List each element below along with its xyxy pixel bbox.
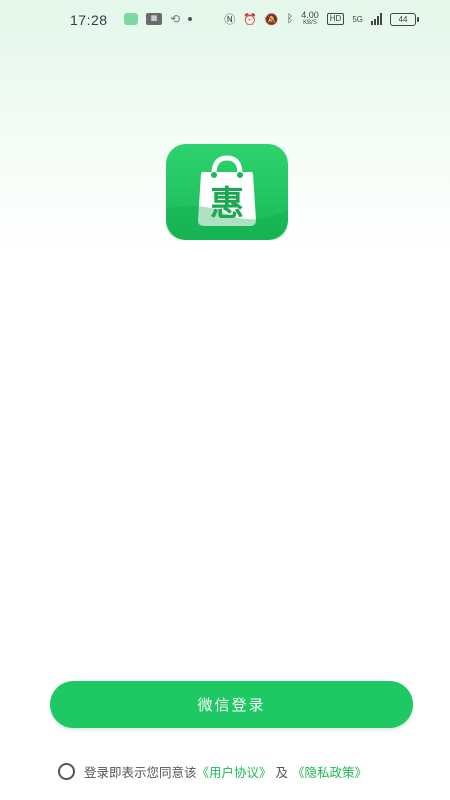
status-bar: 17:28 ▦ ⟲ Ⓝ ⏰ 🔕 ᛒ 4.00 KB/S HD 5G 44	[0, 0, 450, 38]
dot-icon	[188, 17, 193, 21]
agreement-prefix: 登录即表示您同意该	[84, 766, 197, 780]
sync-icon: ⟲	[170, 12, 181, 26]
app-notification-icon	[124, 13, 138, 25]
bluetooth-icon: ᛒ	[286, 13, 294, 25]
nfc-icon: Ⓝ	[224, 14, 236, 26]
agreement-conjunction: 及	[275, 766, 289, 780]
battery-icon: 44	[390, 12, 419, 26]
status-time: 17:28	[70, 12, 108, 28]
privacy-policy-link[interactable]: 《隐私政策》	[292, 762, 367, 781]
app-badge-icon: ▦	[146, 13, 162, 25]
wechat-login-button[interactable]: 微信登录	[50, 681, 413, 728]
network-type: 5G	[352, 14, 363, 24]
logo-char: 惠	[210, 184, 244, 224]
user-agreement-link[interactable]: 《用户协议》	[197, 762, 272, 781]
alarm-icon: ⏰	[243, 13, 257, 26]
agreement-checkbox[interactable]	[58, 763, 75, 780]
mute-icon: 🔕	[264, 13, 279, 26]
agreement-row: 登录即表示您同意该 《用户协议》 及 《隐私政策》	[58, 762, 367, 781]
notification-icons: ▦ ⟲	[124, 12, 193, 26]
hd-badge: HD	[326, 13, 345, 25]
system-icons: Ⓝ ⏰ 🔕 ᛒ 4.00 KB/S HD 5G 44	[224, 10, 419, 27]
signal-icon	[371, 13, 382, 25]
app-logo: 惠	[166, 144, 288, 240]
network-speed: 4.00 KB/S	[301, 10, 319, 27]
shopping-bag-icon: 惠	[166, 155, 288, 240]
